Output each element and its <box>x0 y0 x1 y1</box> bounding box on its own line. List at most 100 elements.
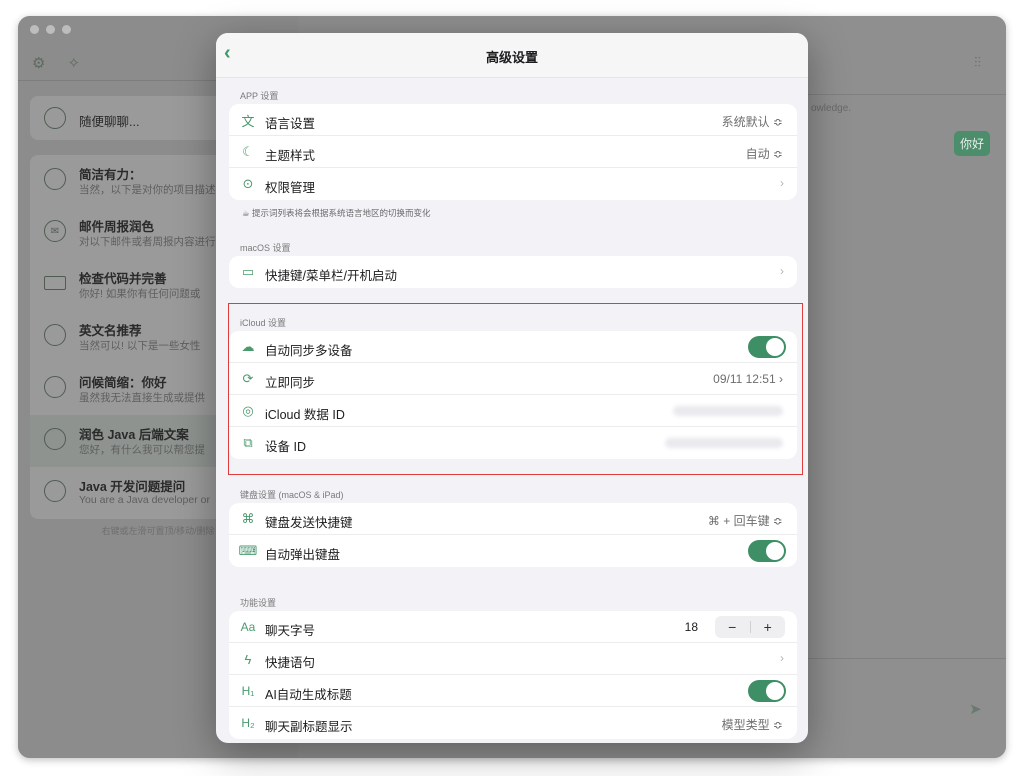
chat-bubble-icon <box>44 107 66 129</box>
chat-title: 英文名推荐 <box>79 324 142 338</box>
chat-title: 问候简缩：你好 <box>79 376 167 390</box>
bolt-icon: ϟ <box>244 651 252 667</box>
icloud-data-id-row[interactable]: ◎ iCloud 数据 ID <box>229 395 797 427</box>
send-shortcut-select[interactable]: ⌘ + 回车键 ≎ <box>708 512 783 529</box>
gear-icon[interactable]: ⚙ <box>32 54 45 72</box>
language-hint: ☕ 提示词列表将会根据系统语言地区的切换而变化 <box>242 208 431 218</box>
heading-1-icon: H₁ <box>241 684 255 698</box>
blurred-id-value <box>673 406 783 416</box>
cloud-check-icon: ☁ <box>241 339 255 354</box>
auto-keyboard-row: ⌨ 自动弹出键盘 <box>229 535 797 567</box>
page-title: 高级设置 <box>485 50 538 65</box>
chat-bubble-icon <box>44 428 66 450</box>
new-chat-label: 随便聊聊... <box>79 115 140 129</box>
chat-bubble-icon <box>44 480 66 502</box>
row-label: iCloud 数据 ID <box>265 408 345 422</box>
subtitle-select[interactable]: 模型类型 ≎ <box>722 716 783 733</box>
minimize-window-button[interactable] <box>46 25 55 34</box>
refresh-icon: ⟳ <box>242 371 254 386</box>
system-prompt-text: owledge. <box>811 103 852 114</box>
send-shortcut-row[interactable]: ⌘ 键盘发送快捷键 ⌘ + 回车键 ≎ <box>229 503 797 535</box>
chevron-right-icon: › <box>780 651 784 665</box>
user-message-bubble: 你好 <box>954 131 991 156</box>
sync-now-row[interactable]: ⟳ 立即同步 09/11 12:51 › <box>229 363 797 395</box>
theme-setting-row[interactable]: ☾ 主题样式 自动 ≎ <box>229 136 797 168</box>
send-icon[interactable]: ➤ <box>969 700 982 718</box>
row-label: 立即同步 <box>265 376 316 390</box>
blurred-id-value <box>665 438 783 448</box>
sheet-header: ‹ 高级设置 <box>216 33 808 78</box>
chat-bubble-icon <box>44 324 66 346</box>
command-icon: ⌘ <box>241 511 255 526</box>
close-window-button[interactable] <box>30 25 39 34</box>
keyboard-icon: ⌨ <box>238 543 258 558</box>
chevron-right-icon: › <box>780 264 784 278</box>
row-label: 快捷语句 <box>265 656 316 670</box>
row-label: 设备 ID <box>265 440 306 454</box>
window-controls <box>30 25 71 34</box>
chat-title: 邮件周报润色 <box>79 220 155 234</box>
person-circle-icon: ◎ <box>242 403 254 418</box>
feature-settings-group: Aa 聊天字号 18 − + ϟ 快捷语句 › H₁ AI自动生成标题 H₂ 聊… <box>229 611 797 739</box>
text-size-icon: Aa <box>240 620 256 634</box>
sidebar-toolbar: ⚙ ✧ <box>32 54 80 72</box>
moon-icon: ☾ <box>242 144 254 159</box>
chat-subtitle: 对以下邮件或者周报内容进行 <box>79 236 216 248</box>
auto-sync-row: ☁ 自动同步多设备 <box>229 331 797 363</box>
section-title-keyboard: 键盘设置 (macOS & iPad) <box>240 490 344 500</box>
row-label: 语言设置 <box>265 117 316 131</box>
translate-icon: 文 <box>241 113 255 129</box>
mail-icon: ✉ <box>44 220 66 242</box>
row-label: 主题样式 <box>265 149 316 163</box>
row-label: 聊天字号 <box>265 624 316 638</box>
laptop-icon <box>44 276 66 290</box>
section-title-macos: macOS 设置 <box>240 243 291 253</box>
auto-keyboard-toggle[interactable] <box>748 540 786 562</box>
chat-title: Java 开发问题提问 <box>79 480 186 494</box>
row-label: 自动弹出键盘 <box>265 548 341 562</box>
sparkle-icon[interactable]: ✧ <box>67 54 80 72</box>
section-title-features: 功能设置 <box>240 598 277 608</box>
chat-title: 简洁有力： <box>79 168 142 182</box>
subtitle-display-row[interactable]: H₂ 聊天副标题显示 模型类型 ≎ <box>229 707 797 739</box>
row-label: 权限管理 <box>265 181 316 195</box>
chat-subtitle: 你好! 如果你有任何问题或 <box>79 288 201 300</box>
font-size-row: Aa 聊天字号 18 − + <box>229 611 797 643</box>
toggle-icon: ⊙ <box>242 176 254 191</box>
heading-2-icon: H₂ <box>241 716 255 730</box>
font-size-stepper: − + <box>715 616 785 638</box>
chat-title: 润色 Java 后端文案 <box>79 428 189 442</box>
chat-bubble-icon <box>44 168 66 190</box>
decrease-button[interactable]: − <box>715 619 750 635</box>
increase-button[interactable]: + <box>751 619 786 635</box>
font-size-value: 18 <box>684 620 698 634</box>
zoom-window-button[interactable] <box>62 25 71 34</box>
row-label: 键盘发送快捷键 <box>265 516 353 530</box>
device-id-row[interactable]: ⧉ 设备 ID <box>229 427 797 459</box>
macos-settings-group: ▭ 快捷键/菜单栏/开机启动 › <box>229 256 797 288</box>
language-setting-row[interactable]: 文 语言设置 系统默认 ≎ <box>229 104 797 136</box>
section-title-app: APP 设置 <box>240 91 279 101</box>
language-select[interactable]: 系统默认 ≎ <box>722 113 783 130</box>
quick-phrases-row[interactable]: ϟ 快捷语句 › <box>229 643 797 675</box>
app-settings-group: 文 语言设置 系统默认 ≎ ☾ 主题样式 自动 ≎ ⊙ 权限管理 › <box>229 104 797 200</box>
shortcuts-row[interactable]: ▭ 快捷键/菜单栏/开机启动 › <box>229 256 797 288</box>
auto-sync-toggle[interactable] <box>748 336 786 358</box>
keyboard-settings-group: ⌘ 键盘发送快捷键 ⌘ + 回车键 ≎ ⌨ 自动弹出键盘 <box>229 503 797 567</box>
chat-subtitle: You are a Java developer or <box>79 494 210 506</box>
permissions-row[interactable]: ⊙ 权限管理 › <box>229 168 797 200</box>
chat-subtitle: 当然，以下是对你的项目描述 <box>79 184 216 196</box>
sliders-icon[interactable]: ⫶⫶ <box>974 54 981 71</box>
row-label: 聊天副标题显示 <box>265 720 353 734</box>
last-sync-time: 09/11 12:51 › <box>713 372 783 386</box>
section-title-icloud: iCloud 设置 <box>240 318 287 328</box>
ai-title-row: H₁ AI自动生成标题 <box>229 675 797 707</box>
chevron-right-icon: › <box>780 176 784 190</box>
chat-title: 检查代码并完善 <box>79 272 167 286</box>
advanced-settings-sheet: ‹ 高级设置 APP 设置 文 语言设置 系统默认 ≎ ☾ 主题样式 自动 ≎ … <box>216 33 808 743</box>
row-label: 快捷键/菜单栏/开机启动 <box>265 269 397 283</box>
theme-select[interactable]: 自动 ≎ <box>746 145 783 162</box>
laptop-icon: ▭ <box>241 264 255 279</box>
ai-title-toggle[interactable] <box>748 680 786 702</box>
chat-bubble-icon <box>44 376 66 398</box>
